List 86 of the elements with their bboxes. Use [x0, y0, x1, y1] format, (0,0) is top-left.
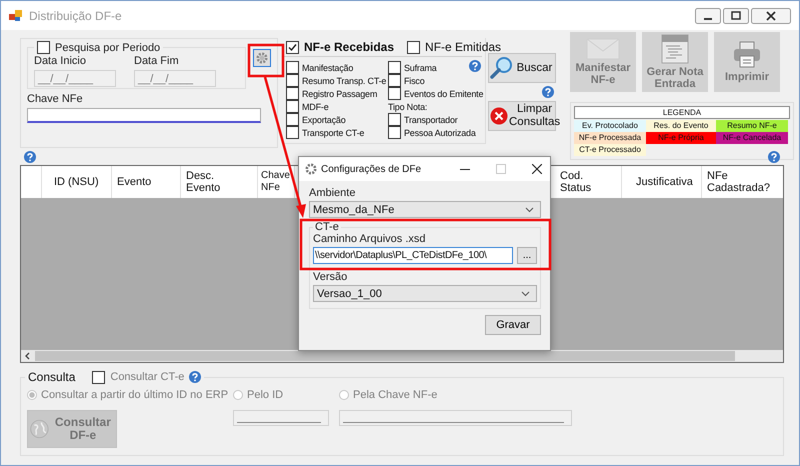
error-icon: [490, 107, 508, 125]
column-header[interactable]: NFe Cadastrada?: [702, 166, 783, 198]
help-icon[interactable]: [542, 86, 554, 98]
document-icon: [660, 34, 690, 64]
legend-item: Ev. Protocolado: [574, 120, 646, 132]
maximize-icon[interactable]: [723, 8, 749, 24]
group-title: CT-e: [314, 221, 340, 233]
column-header[interactable]: Chave NFe: [258, 166, 295, 198]
close-icon[interactable]: [532, 164, 542, 174]
browse-button[interactable]: ...: [517, 247, 537, 264]
checkbox-label: Resumo Transp. CT-e: [302, 76, 386, 86]
checkbox[interactable]: [388, 74, 401, 87]
settings-button[interactable]: [253, 49, 271, 67]
date-field[interactable]: __/__/____: [34, 70, 116, 87]
caret-icon: [525, 206, 534, 212]
legend-item: NF-e Própria: [646, 132, 716, 144]
checkbox[interactable]: [388, 87, 401, 100]
field-label: Data Inicio: [34, 55, 87, 67]
legend-item: CT-e Processado: [574, 144, 646, 156]
checkbox-label: MDF-e: [302, 102, 328, 112]
environment-dropdown[interactable]: Mesmo_da_NFe: [309, 201, 541, 218]
checkbox[interactable]: [388, 113, 401, 126]
field-label: Caminho Arquivos .xsd: [313, 233, 426, 245]
checkbox-label: Fisco: [404, 76, 425, 86]
checkbox-label: Pesquisa por Periodo: [55, 42, 160, 54]
checkbox[interactable]: [407, 40, 420, 54]
checkbox[interactable]: [286, 100, 299, 113]
key-input-field[interactable]: [27, 108, 261, 123]
minimize-icon[interactable]: [695, 8, 721, 24]
checkbox-label: NF-e Emitidas: [425, 40, 502, 54]
dialog-title: Configurações de DFe: [321, 164, 422, 174]
checkbox-label: Registro Passagem: [302, 88, 378, 98]
column-header[interactable]: Evento: [112, 166, 181, 198]
checkbox-label: NF-e Recebidas: [304, 40, 394, 54]
printer-icon: [732, 41, 762, 69]
window-title: Distribuição DF-e: [29, 8, 122, 22]
checkbox[interactable]: [286, 40, 299, 54]
scrollbar[interactable]: [21, 350, 783, 362]
search-icon: [490, 56, 514, 80]
legend-title: LEGENDA: [574, 106, 790, 119]
radio-label: Consultar a partir do último ID no ERP: [41, 389, 228, 401]
legend-item: NF-e Processada: [574, 132, 646, 144]
checkbox[interactable]: [286, 61, 299, 74]
field-label: Ambiente: [309, 187, 356, 199]
field-label: Chave NFe: [27, 93, 84, 105]
column-header[interactable]: Cod. Status: [555, 166, 622, 198]
checkbox[interactable]: [286, 87, 299, 100]
app-icon: [9, 10, 23, 22]
legend-item: Res. do Evento: [646, 120, 716, 132]
checkbox[interactable]: [286, 74, 299, 87]
checkbox[interactable]: [388, 126, 401, 139]
checkbox[interactable]: [388, 61, 401, 74]
help-icon[interactable]: [469, 60, 481, 72]
checkbox-label: Manifestação: [302, 62, 354, 72]
checkbox-label: Transporte CT-e: [302, 128, 364, 138]
save-button[interactable]: Gravar: [485, 315, 541, 335]
date-field[interactable]: __/__/____: [134, 70, 216, 87]
group-label: Tipo Nota:: [388, 102, 428, 112]
field-label: Data Fim: [134, 55, 180, 67]
radio-label: Pela Chave NF-e: [353, 389, 438, 401]
checkbox-label: Transportador: [404, 114, 458, 124]
checkbox[interactable]: [286, 126, 299, 139]
checkbox[interactable]: [37, 41, 50, 54]
checkbox-label: Pessoa Autorizada: [404, 128, 476, 138]
help-icon[interactable]: [24, 151, 36, 163]
checkbox[interactable]: [286, 113, 299, 126]
radio-label: Pelo ID: [247, 389, 284, 401]
checkbox-label: Eventos do Emitente: [404, 88, 484, 98]
checkbox-label: Suframa: [404, 62, 437, 72]
checkbox-label: Exportação: [302, 114, 346, 124]
version-dropdown[interactable]: Versao_1_00: [313, 285, 537, 302]
help-icon[interactable]: [768, 151, 780, 163]
legend-item: Resumo NF-e: [716, 120, 788, 132]
column-header[interactable]: Desc. Evento: [181, 166, 258, 198]
group-title: Consulta: [28, 370, 76, 384]
gear-icon: [305, 163, 317, 175]
column-header[interactable]: ID (NSU): [42, 166, 112, 198]
highlight-box: [248, 44, 284, 78]
search-button[interactable]: Buscar: [488, 53, 556, 83]
close-icon[interactable]: [751, 8, 791, 24]
path-input-field[interactable]: \\servidor\Dataplus\PL_CTeDistDFe_100\: [313, 247, 513, 264]
column-header[interactable]: Justificativa: [622, 166, 702, 198]
field-label: Versão: [313, 271, 348, 283]
legend-item: NF-e Cancelada: [716, 132, 788, 144]
checkbox-label: Consultar CT-e: [110, 371, 184, 383]
caret-icon: [521, 290, 530, 296]
